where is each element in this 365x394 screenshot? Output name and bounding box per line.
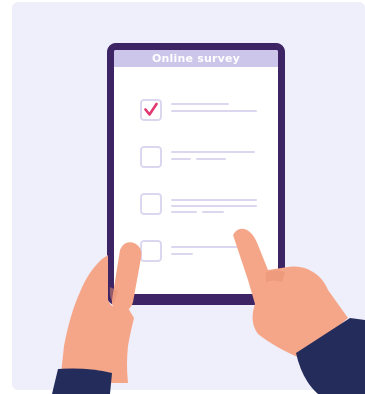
right-hand [233,228,365,394]
left-sleeve [52,368,112,394]
left-hand [52,242,142,394]
hands-holding-tablet [52,228,365,394]
survey-illustration: Online survey [0,0,365,394]
